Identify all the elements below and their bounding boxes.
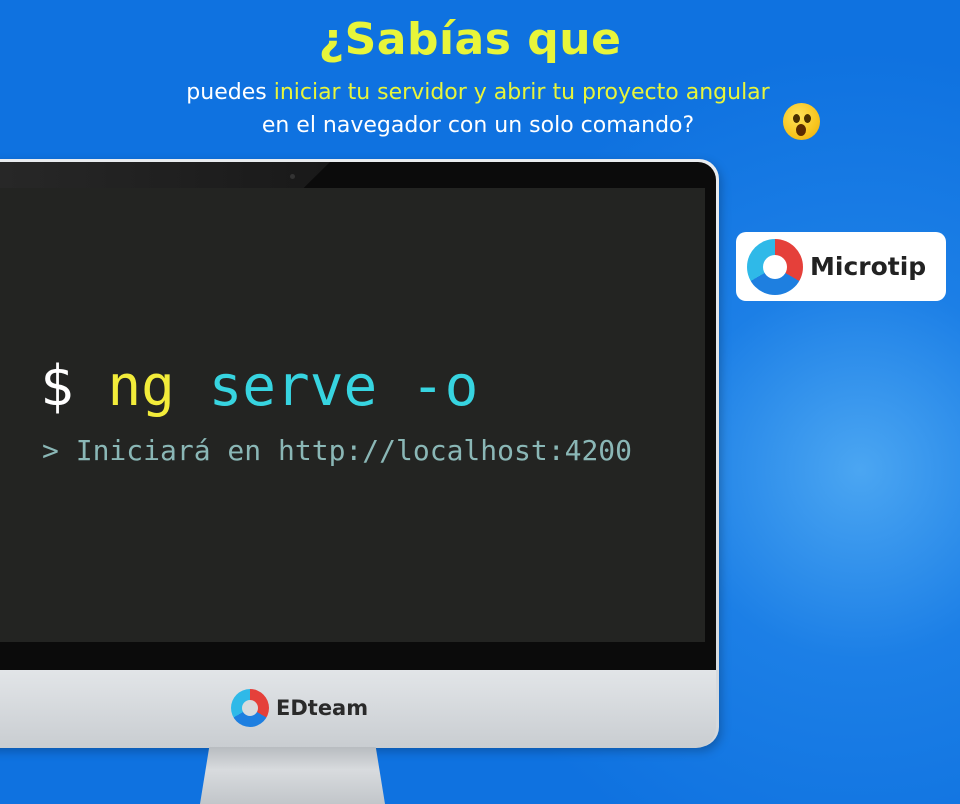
emoji-right-eye xyxy=(804,114,811,123)
logo-hole xyxy=(242,700,258,716)
edteam-logo-icon xyxy=(231,689,269,727)
subtitle-highlight: iniciar tu servidor y abrir tu proyecto … xyxy=(273,80,770,105)
logo-hole xyxy=(763,255,787,279)
emoji-mouth xyxy=(796,124,806,136)
command-name: ng xyxy=(107,354,175,419)
edteam-logo-icon xyxy=(747,239,803,295)
emoji-left-eye xyxy=(793,114,800,123)
page-title: ¿Sabías que xyxy=(318,14,622,65)
terminal-command: $ ng serve -o xyxy=(40,354,478,419)
microtip-label: Microtip xyxy=(810,252,927,281)
terminal-prompt: $ xyxy=(40,354,74,419)
subtitle-line-1: puedes iniciar tu servidor y abrir tu pr… xyxy=(0,80,956,105)
terminal-output: > Iniciará en http://localhost:4200 xyxy=(42,434,633,467)
webcam-icon xyxy=(290,174,295,179)
monitor-stand xyxy=(200,747,385,804)
bezel-reflection xyxy=(0,162,330,188)
subtitle-prefix: puedes xyxy=(186,80,274,105)
command-args: serve -o xyxy=(208,354,479,419)
astonished-face-icon xyxy=(783,103,820,140)
monitor-brand-label: EDteam xyxy=(276,696,369,720)
